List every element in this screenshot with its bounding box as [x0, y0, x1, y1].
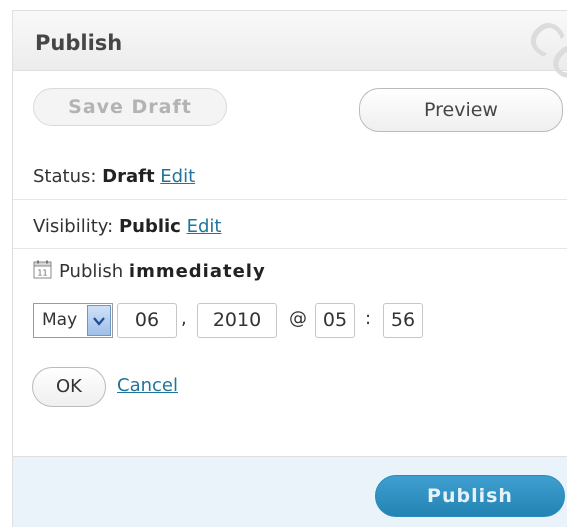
visibility-row: Visibility: Public Edit [33, 216, 221, 237]
divider [13, 199, 567, 200]
status-edit-link[interactable]: Edit [160, 166, 195, 187]
schedule-row: Publish immediately [59, 261, 266, 282]
day-input[interactable]: 06 [117, 303, 177, 338]
divider [13, 248, 567, 249]
save-draft-button[interactable]: Save Draft [33, 88, 227, 126]
visibility-value: Public [118, 216, 181, 237]
calendar-icon: 11 [33, 260, 52, 283]
visibility-label: Visibility: [33, 216, 114, 237]
publish-box-title: Publish [13, 11, 567, 71]
hour-input[interactable]: 05 [315, 303, 355, 338]
date-comma: , [181, 308, 187, 329]
at-symbol: @ [289, 308, 307, 329]
visibility-edit-link[interactable]: Edit [187, 216, 222, 237]
month-select[interactable]: May [33, 303, 113, 338]
minute-input[interactable]: 56 [383, 303, 423, 338]
publish-footer: Publish [13, 456, 567, 527]
ok-button[interactable]: OK [32, 367, 106, 407]
status-label: Status: [33, 166, 97, 187]
status-row: Status: Draft Edit [33, 166, 195, 187]
time-colon: : [365, 308, 372, 329]
status-value: Draft [102, 166, 155, 187]
cancel-link[interactable]: Cancel [117, 375, 178, 396]
dropdown-arrow-icon[interactable] [87, 305, 111, 336]
month-value: May [42, 310, 78, 330]
publish-button[interactable]: Publish [375, 475, 565, 517]
schedule-label: Publish [59, 261, 124, 282]
schedule-value: immediately [128, 261, 266, 282]
svg-text:11: 11 [37, 269, 47, 278]
year-input[interactable]: 2010 [197, 303, 277, 338]
